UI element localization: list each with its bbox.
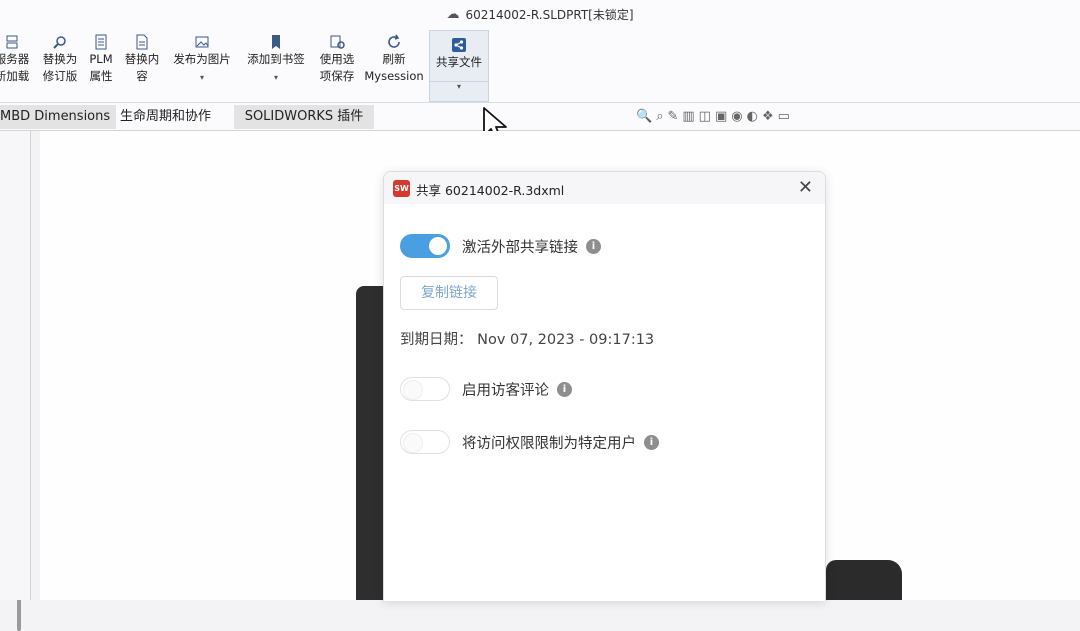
replace-content-icon	[136, 34, 148, 50]
activate-link-toggle[interactable]	[400, 234, 450, 258]
info-icon[interactable]: i	[586, 238, 601, 254]
add-bookmark-button[interactable]: 添加到书签 ▾	[242, 34, 310, 85]
server-reload-icon	[6, 35, 18, 49]
window-title: 60214002-R.SLDPRT[未锁定]	[465, 7, 634, 22]
replace-revision-label: 替换为 修订版	[42, 52, 78, 83]
replace-revision-button[interactable]: 替换为 修订版	[38, 34, 82, 85]
share-dialog: SW 共享 60214002-R.3dxml ✕ 激活外部共享链接 i 复制链接…	[383, 171, 826, 601]
publish-image-label: 发布为图片	[173, 52, 231, 66]
share-dialog-header: SW 共享 60214002-R.3dxml ✕	[384, 172, 825, 204]
activate-link-label: 激活外部共享链接	[462, 239, 578, 256]
publish-image-icon	[195, 36, 209, 48]
plm-properties-button[interactable]: PLM 属性	[84, 34, 118, 85]
share-file-button[interactable]: 共享文件 ▾	[429, 30, 489, 102]
expiry-value: Nov 07, 2023 - 09:17:13	[477, 332, 655, 348]
plm-properties-icon	[95, 34, 107, 50]
close-icon[interactable]: ✕	[798, 177, 813, 198]
display-style-icon[interactable]: ▣	[715, 109, 727, 124]
zoom-to-fit-icon[interactable]: 🔍	[636, 109, 652, 124]
replace-content-button[interactable]: 替换内 容	[120, 34, 164, 85]
server-reload-button[interactable]: 服务器 新加载	[0, 34, 34, 85]
previous-view-icon[interactable]: ✎	[667, 109, 678, 124]
view-settings-icon[interactable]: ▭	[778, 109, 790, 124]
replace-content-label: 替换内 容	[124, 52, 160, 83]
guest-comments-toggle[interactable]	[400, 377, 450, 401]
restrict-users-label: 将访问权限限制为特定用户	[462, 435, 636, 452]
section-view-icon[interactable]: ▥	[682, 109, 694, 124]
share-file-dropdown[interactable]: ▾	[430, 81, 488, 92]
add-bookmark-label: 添加到书签	[247, 52, 305, 66]
command-tabs: MBD Dimensions 生命周期和协作 SOLIDWORKS 插件 🔍 ⌕…	[0, 103, 1080, 131]
save-with-options-button[interactable]: 使用选 项保存	[314, 34, 360, 85]
tab-solidworks-addins[interactable]: SOLIDWORKS 插件	[234, 105, 374, 129]
guest-comments-row: 启用访客评论 i	[400, 377, 572, 401]
expiry-label: 到期日期：	[400, 332, 473, 348]
copy-link-button[interactable]: 复制链接	[400, 276, 498, 310]
activate-link-row: 激活外部共享链接 i	[400, 234, 601, 258]
restrict-users-row: 将访问权限限制为特定用户 i	[400, 430, 659, 454]
panel-splitter[interactable]	[0, 131, 31, 600]
info-icon[interactable]: i	[644, 434, 659, 450]
share-file-label: 共享文件	[436, 55, 482, 69]
solidworks-logo-icon: SW	[393, 180, 410, 197]
replace-revision-icon	[53, 36, 66, 49]
part-model-body[interactable]	[356, 286, 386, 600]
part-model-fragment[interactable]	[826, 560, 902, 600]
tab-lifecycle-collaboration[interactable]: 生命周期和协作	[114, 105, 217, 129]
title-bar: ☁ 60214002-R.SLDPRT[未锁定]	[0, 0, 1080, 28]
ribbon-toolbar: 服务器 新加载 替换为 修订版 PLM 属性 替换内 容 发布为图片 ▾ 添加到…	[0, 28, 1080, 103]
info-icon[interactable]: i	[557, 381, 572, 397]
view-orientation-icon[interactable]: ◫	[699, 109, 711, 124]
restrict-users-toggle[interactable]	[400, 430, 450, 454]
share-file-icon	[452, 38, 466, 52]
zoom-to-area-icon[interactable]: ⌕	[656, 109, 663, 124]
refresh-icon	[388, 34, 400, 48]
plm-properties-label: PLM 属性	[89, 52, 113, 83]
apply-scene-icon[interactable]: ❖	[762, 109, 774, 124]
publish-image-button[interactable]: 发布为图片 ▾	[168, 34, 236, 85]
expiry-date: 到期日期： Nov 07, 2023 - 09:17:13	[400, 328, 654, 349]
hide-show-icon[interactable]: ◉	[731, 109, 742, 124]
add-bookmark-dropdown[interactable]: ▾	[274, 73, 278, 82]
tab-mbd-dimensions[interactable]: MBD Dimensions	[0, 105, 117, 129]
cloud-icon: ☁	[446, 6, 460, 22]
publish-image-dropdown[interactable]: ▾	[200, 73, 204, 82]
save-options-icon	[330, 35, 345, 49]
server-reload-label: 服务器 新加载	[0, 52, 30, 83]
refresh-mysession-label: 刷新 Mysession	[364, 52, 424, 83]
save-with-options-label: 使用选 项保存	[319, 52, 355, 83]
view-toolbar: 🔍 ⌕ ✎ ▥ ◫ ▣ ◉ ◐ ❖ ▭	[636, 109, 790, 124]
share-dialog-title: 共享 60214002-R.3dxml	[416, 183, 565, 198]
bookmark-icon	[272, 35, 280, 49]
guest-comments-label: 启用访客评论	[462, 382, 549, 399]
edit-appearance-icon[interactable]: ◐	[747, 109, 758, 124]
refresh-mysession-button[interactable]: 刷新 Mysession	[362, 34, 426, 85]
